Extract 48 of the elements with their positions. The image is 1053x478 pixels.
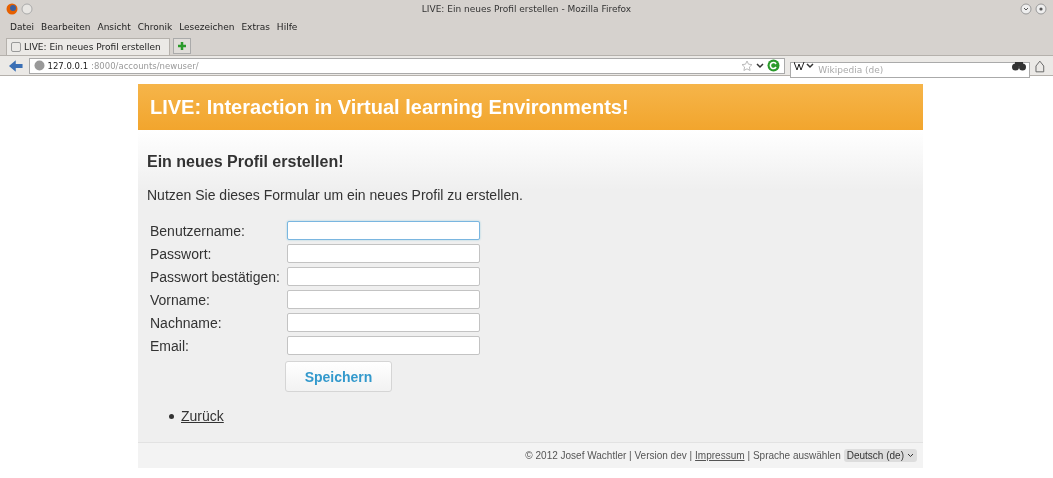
field-label: Email: (150, 337, 190, 354)
home-icon[interactable] (1035, 58, 1045, 73)
reload-icon[interactable] (767, 59, 781, 72)
input-field[interactable] (287, 313, 480, 332)
language-select[interactable]: Deutsch (de) (843, 449, 917, 462)
close-icon[interactable] (21, 3, 33, 15)
search-field[interactable]: Wikipedia (de) (790, 61, 1031, 78)
url-host: 127.0.0.1 (47, 60, 89, 71)
firefox-icon (6, 3, 18, 15)
menu-item[interactable]: Bearbeiten (41, 22, 91, 32)
site-title: LIVE: Interaction in Virtual learning Environments! (150, 95, 629, 119)
browser-tab[interactable]: LIVE: Ein neues Profil erstellen (6, 38, 170, 55)
globe-icon (33, 60, 45, 71)
back-link[interactable]: Zurück (181, 408, 224, 424)
caret-icon (907, 453, 914, 458)
window-title: LIVE: Ein neues Profil erstellen - Mozilla Firefox (420, 4, 633, 14)
binoculars-icon[interactable] (1012, 60, 1027, 71)
footer-text: | Sprache auswählen (747, 450, 841, 461)
wikipedia-engine-icon[interactable] (794, 60, 815, 71)
field-label: Nachname: (150, 314, 223, 331)
field-label: Passwort: (150, 245, 213, 262)
address-field[interactable]: 127.0.0.1 :8000/accounts/newuser/ (28, 57, 786, 74)
menu-item[interactable]: Extras (241, 22, 270, 32)
back-icon[interactable] (8, 58, 24, 73)
bullet-icon (169, 413, 174, 419)
input-field[interactable] (287, 290, 480, 309)
menu-item[interactable]: Lesezeichen (179, 22, 235, 32)
menu-item[interactable]: Datei (10, 22, 34, 32)
menu-item[interactable]: Hilfe (276, 22, 298, 32)
maximize-icon[interactable] (1035, 3, 1047, 15)
input-field[interactable] (287, 244, 480, 263)
dropdown-icon[interactable] (756, 62, 765, 69)
menu-item[interactable]: Ansicht (97, 22, 131, 32)
input-field[interactable] (287, 336, 480, 355)
intro-text: Nutzen Sie dieses Formular um ein neues Profil zu erstellen. (147, 187, 524, 203)
url-path: :8000/accounts/newuser/ (91, 60, 199, 71)
field-label: Passwort bestätigen: (150, 268, 281, 285)
field-label: Benutzername: (150, 222, 246, 239)
input-field[interactable] (287, 221, 480, 240)
field-label: Vorname: (150, 291, 211, 308)
imprint-link[interactable]: Impressum (695, 450, 745, 461)
menu-item[interactable]: Chronik (137, 22, 173, 32)
footer-text: © 2012 Josef Wachtler | Version dev | (525, 450, 693, 461)
star-icon[interactable] (741, 59, 754, 72)
minimize-icon[interactable] (1020, 3, 1032, 15)
page-heading: Ein neues Profil erstellen! (147, 152, 345, 171)
input-field[interactable] (287, 267, 480, 286)
new-tab-icon[interactable] (173, 38, 191, 54)
